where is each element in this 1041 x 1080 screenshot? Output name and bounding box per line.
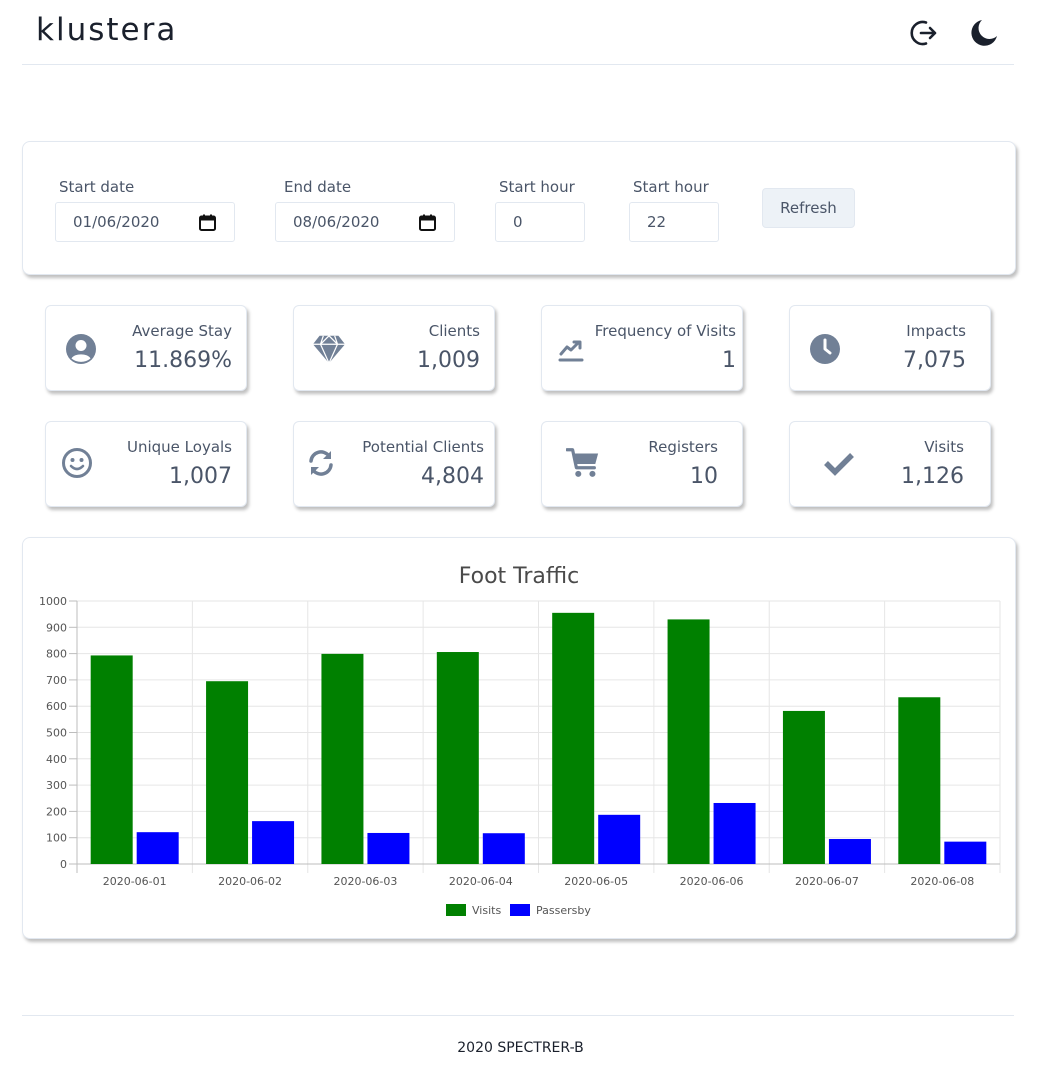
bar-visits-2020-06-04[interactable] [436, 652, 479, 864]
stat-value: 1 [722, 348, 736, 373]
legend-swatch-passersby[interactable] [510, 904, 530, 916]
stat-title: Visits [924, 438, 964, 456]
stat-value: 1,126 [901, 464, 964, 489]
bar-passersby-2020-06-05[interactable] [598, 814, 641, 864]
legend-swatch-visits[interactable] [446, 904, 466, 916]
stat-value: 1,009 [417, 348, 480, 373]
x-tick-label: 2020-06-05 [564, 875, 628, 888]
bar-passersby-2020-06-07[interactable] [828, 839, 871, 864]
legend-label-passersby[interactable]: Passersby [536, 904, 591, 917]
x-tick-label: 2020-06-03 [333, 875, 397, 888]
stat-title: Unique Loyals [127, 438, 232, 456]
bar-visits-2020-06-07[interactable] [782, 710, 825, 864]
calendar-icon[interactable] [199, 214, 216, 235]
stat-title: Clients [428, 322, 480, 340]
bar-passersby-2020-06-08[interactable] [944, 841, 987, 864]
stat-value: 11.869% [134, 348, 232, 373]
y-tick-label: 100 [46, 832, 67, 845]
filter-panel: Start date 01/06/2020 End date 08/06/202… [22, 141, 1016, 275]
foot-traffic-chart: Foot Traffic 0 100 200 300 400 500 600 700 800 90… [39, 564, 1001, 917]
y-tick-label: 1000 [39, 595, 67, 608]
logout-icon[interactable] [908, 17, 940, 49]
bar-passersby-2020-06-04[interactable] [482, 833, 525, 864]
foot-traffic-chart-card: Foot Traffic 0 100 200 300 400 500 600 700 800 90… [22, 537, 1016, 939]
stat-value: 7,075 [903, 348, 966, 373]
stat-card-clients: Clients 1,009 [293, 305, 495, 391]
user-circle-icon [64, 333, 98, 365]
stat-card-impacts: Impacts 7,075 [789, 305, 991, 391]
bar-visits-2020-06-02[interactable] [206, 681, 249, 864]
calendar-icon[interactable] [419, 214, 436, 235]
diamond-icon [312, 333, 346, 365]
stat-card-unique-loyals: Unique Loyals 1,007 [45, 421, 247, 507]
y-tick-label: 700 [46, 674, 67, 687]
x-tick-label: 2020-06-02 [218, 875, 282, 888]
bar-passersby-2020-06-03[interactable] [367, 832, 410, 864]
legend-label-visits[interactable]: Visits [472, 904, 501, 917]
y-tick-label: 300 [46, 779, 67, 792]
stat-value: 4,804 [421, 464, 484, 489]
bar-visits-2020-06-08[interactable] [898, 697, 941, 864]
start-date-label: Start date [59, 178, 135, 196]
start-hour-value: 0 [513, 213, 523, 231]
end-hour-value: 22 [647, 213, 667, 231]
end-hour-label: Start hour [633, 178, 709, 196]
bar-passersby-2020-06-01[interactable] [136, 832, 179, 864]
bar-visits-2020-06-05[interactable] [552, 612, 595, 864]
cart-icon [566, 447, 600, 479]
x-tick-label: 2020-06-07 [795, 875, 859, 888]
clock-icon [808, 333, 842, 365]
y-tick-label: 800 [46, 648, 67, 661]
stat-card-potential-clients: Potential Clients 4,804 [293, 421, 495, 507]
stat-card-visits: Visits 1,126 [789, 421, 991, 507]
stat-card-registers: Registers 10 [541, 421, 743, 507]
stat-title: Average Stay [132, 322, 232, 340]
stat-title: Registers [648, 438, 718, 456]
bar-passersby-2020-06-02[interactable] [252, 821, 295, 864]
start-date-input[interactable]: 01/06/2020 [55, 202, 235, 242]
end-date-input[interactable]: 08/06/2020 [275, 202, 455, 242]
y-tick-label: 400 [46, 753, 67, 766]
refresh-icon [304, 447, 338, 479]
bar-passersby-2020-06-06[interactable] [713, 802, 756, 864]
chart-title: Foot Traffic [459, 564, 580, 589]
refresh-button[interactable]: Refresh [762, 188, 855, 228]
check-icon [822, 447, 856, 479]
chart-line-icon [554, 333, 588, 365]
stat-value: 1,007 [169, 464, 232, 489]
stat-card-average-stay: Average Stay 11.869% [45, 305, 247, 391]
footer-text: 2020 SPECTRER-B [457, 1040, 584, 1056]
stat-title: Impacts [906, 322, 966, 340]
stat-title: Frequency of Visits [594, 322, 736, 340]
stat-card-frequency-of-visits: Frequency of Visits 1 [541, 305, 743, 391]
end-hour-input[interactable]: 22 [629, 202, 719, 242]
bar-visits-2020-06-03[interactable] [321, 653, 364, 864]
x-tick-label: 2020-06-08 [910, 875, 974, 888]
x-tick-label: 2020-06-01 [103, 875, 167, 888]
smile-icon [60, 447, 94, 479]
start-hour-label: Start hour [499, 178, 575, 196]
app-header: klustera [22, 0, 1014, 65]
y-tick-label: 0 [60, 858, 67, 871]
start-hour-input[interactable]: 0 [495, 202, 585, 242]
start-date-value: 01/06/2020 [73, 213, 160, 231]
y-tick-label: 500 [46, 727, 67, 740]
end-date-label: End date [284, 178, 352, 196]
bar-visits-2020-06-06[interactable] [667, 619, 710, 864]
stat-title: Potential Clients [362, 438, 484, 456]
moon-icon[interactable] [968, 17, 1000, 49]
end-date-value: 08/06/2020 [293, 213, 380, 231]
footer-divider [22, 1015, 1014, 1016]
y-tick-label: 900 [46, 621, 67, 634]
x-tick-label: 2020-06-06 [680, 875, 744, 888]
app-logo[interactable]: klustera [36, 12, 177, 48]
y-tick-label: 600 [46, 700, 67, 713]
y-tick-label: 200 [46, 805, 67, 818]
bar-visits-2020-06-01[interactable] [90, 655, 133, 864]
stat-value: 10 [690, 464, 718, 489]
x-tick-label: 2020-06-04 [449, 875, 513, 888]
